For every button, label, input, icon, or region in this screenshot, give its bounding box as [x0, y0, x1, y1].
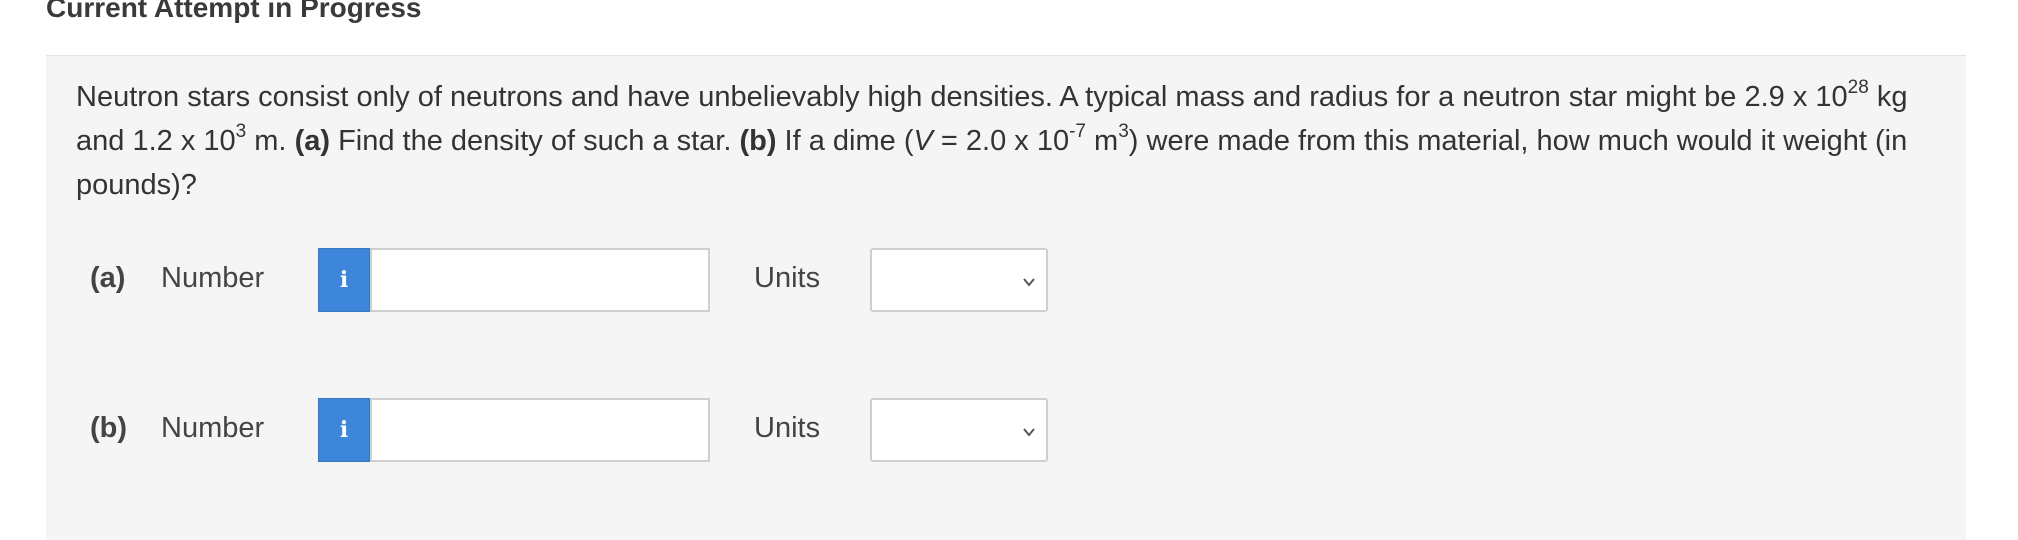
units-select-b[interactable] — [870, 398, 1048, 462]
info-icon[interactable]: i — [318, 398, 370, 462]
exponent: -7 — [1069, 121, 1086, 143]
part-label: (a) — [90, 262, 126, 294]
question-segment: m. — [246, 125, 295, 157]
page-title: Current Attempt in Progress — [46, 0, 422, 23]
chevron-down-icon — [1023, 428, 1035, 437]
units-label: Units — [754, 412, 821, 444]
number-label: Number — [161, 412, 265, 444]
exponent: 3 — [1118, 121, 1129, 143]
answer-number-input-a[interactable] — [370, 248, 710, 312]
variable-v: V — [913, 125, 933, 157]
question-segment: = 2.0 x 10 — [932, 125, 1070, 157]
exponent: 28 — [1847, 77, 1869, 99]
question-segment: m — [1086, 125, 1119, 157]
exponent: 3 — [235, 121, 247, 143]
left-gutter — [0, 0, 46, 540]
part-label: (b) — [90, 412, 128, 444]
question-segment: Find the density of such a star. — [330, 125, 740, 157]
chevron-down-icon — [1023, 278, 1035, 287]
units-select-a[interactable] — [870, 248, 1048, 312]
question-text: Neutron stars consist only of neutrons a… — [76, 75, 1936, 207]
question-segment: If a dime ( — [776, 125, 914, 157]
answer-number-input-b[interactable] — [370, 398, 710, 462]
info-icon[interactable]: i — [318, 248, 370, 312]
question-segment: Neutron stars consist only of neutrons a… — [76, 81, 1848, 113]
units-label: Units — [754, 262, 821, 294]
part-a-tag: (a) — [294, 125, 331, 157]
number-label: Number — [161, 262, 265, 294]
part-b-tag: (b) — [739, 125, 777, 157]
